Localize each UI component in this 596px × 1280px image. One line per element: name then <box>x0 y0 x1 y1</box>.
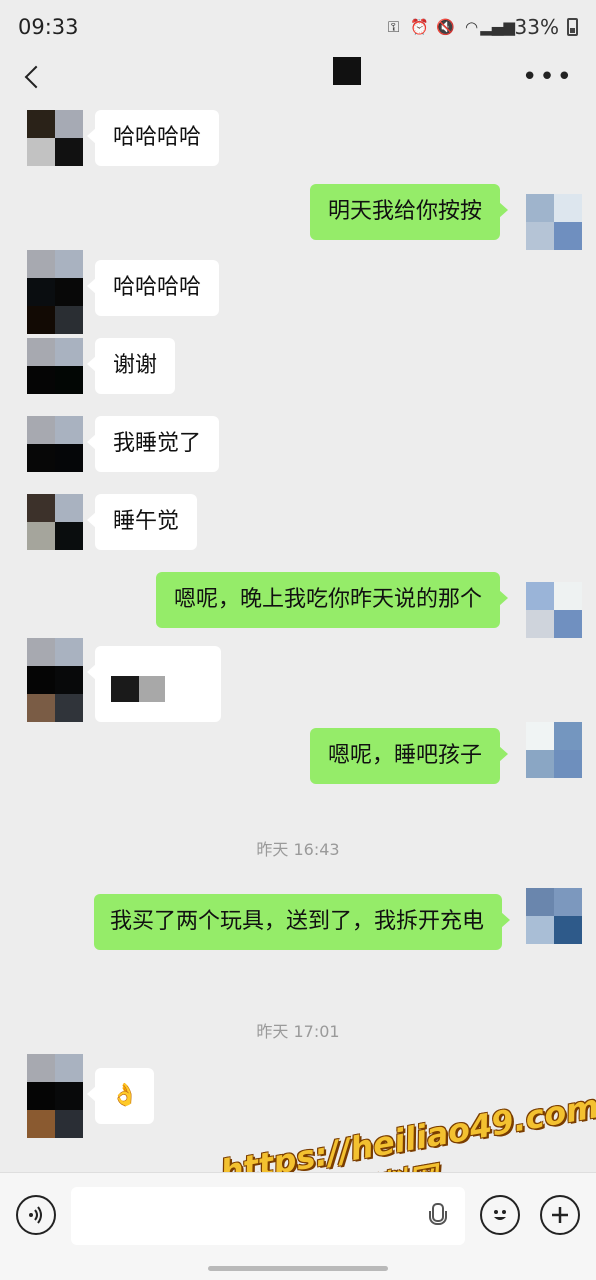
outgoing-bubble[interactable]: 嗯呢，睡吧孩子 <box>309 728 509 784</box>
incoming-bubble[interactable]: 睡午觉 <box>86 494 198 550</box>
emoji-button[interactable] <box>480 1195 520 1235</box>
avatar[interactable] <box>526 194 582 250</box>
avatar[interactable] <box>27 638 83 722</box>
wifi-icon: ◠ <box>465 18 479 36</box>
voice-icon <box>29 1206 42 1224</box>
contact-name-redacted <box>333 57 361 85</box>
chevron-left-icon[interactable] <box>22 62 42 92</box>
smiley-icon <box>494 1210 506 1220</box>
status-time: 09:33 <box>18 15 79 39</box>
system-icons: ⚿ ⏰ 🔇 ◠ ▂▄▆ 33% <box>385 15 578 39</box>
incoming-bubble[interactable]: 哈哈哈哈 <box>86 260 220 316</box>
avatar[interactable] <box>27 338 83 394</box>
battery-icon <box>567 18 578 36</box>
incoming-bubble[interactable]: 谢谢 <box>86 338 176 394</box>
avatar[interactable] <box>526 722 582 778</box>
battery-percent: 33% <box>514 15 559 39</box>
avatar[interactable] <box>27 494 83 550</box>
chat-header: ••• <box>0 54 596 100</box>
microphone-icon[interactable] <box>428 1203 447 1229</box>
avatar[interactable] <box>27 250 83 334</box>
input-bar <box>0 1172 596 1280</box>
avatar[interactable] <box>27 416 83 472</box>
timestamp: 昨天 16:43 <box>256 840 340 859</box>
incoming-bubble[interactable]: 👌 <box>86 1068 155 1124</box>
redacted-block <box>111 676 139 702</box>
status-bar: 09:33 ⚿ ⏰ 🔇 ◠ ▂▄▆ 33% <box>0 0 596 54</box>
redacted-message[interactable] <box>87 646 221 722</box>
key-icon: ⚿ <box>387 18 400 36</box>
avatar[interactable] <box>27 1054 83 1138</box>
voice-input-button[interactable] <box>16 1195 56 1235</box>
mute-icon: 🔇 <box>436 18 455 36</box>
avatar[interactable] <box>526 888 582 944</box>
avatar[interactable] <box>526 582 582 638</box>
incoming-bubble[interactable]: 我睡觉了 <box>86 416 220 472</box>
timestamp: 昨天 17:01 <box>256 1022 340 1041</box>
signal-icon: ▂▄▆ <box>480 18 515 36</box>
message-list[interactable]: 哈哈哈哈 明天我给你按按 哈哈哈哈 谢谢 我睡觉了 睡午觉 嗯呢，晚上我吃你昨天… <box>0 100 596 1172</box>
redacted-block <box>139 676 165 702</box>
avatar[interactable] <box>27 110 83 166</box>
outgoing-bubble[interactable]: 我买了两个玩具，送到了，我拆开充电 <box>94 894 510 950</box>
plus-icon <box>552 1207 568 1223</box>
outgoing-bubble[interactable]: 嗯呢，晚上我吃你昨天说的那个 <box>155 572 509 628</box>
message-input[interactable] <box>71 1187 465 1245</box>
home-indicator[interactable] <box>208 1266 388 1271</box>
outgoing-bubble[interactable]: 明天我给你按按 <box>309 184 509 240</box>
alarm-icon: ⏰ <box>410 18 429 36</box>
incoming-bubble[interactable]: 哈哈哈哈 <box>86 110 220 166</box>
more-options-button[interactable] <box>540 1195 580 1235</box>
more-icon[interactable]: ••• <box>522 64 574 90</box>
